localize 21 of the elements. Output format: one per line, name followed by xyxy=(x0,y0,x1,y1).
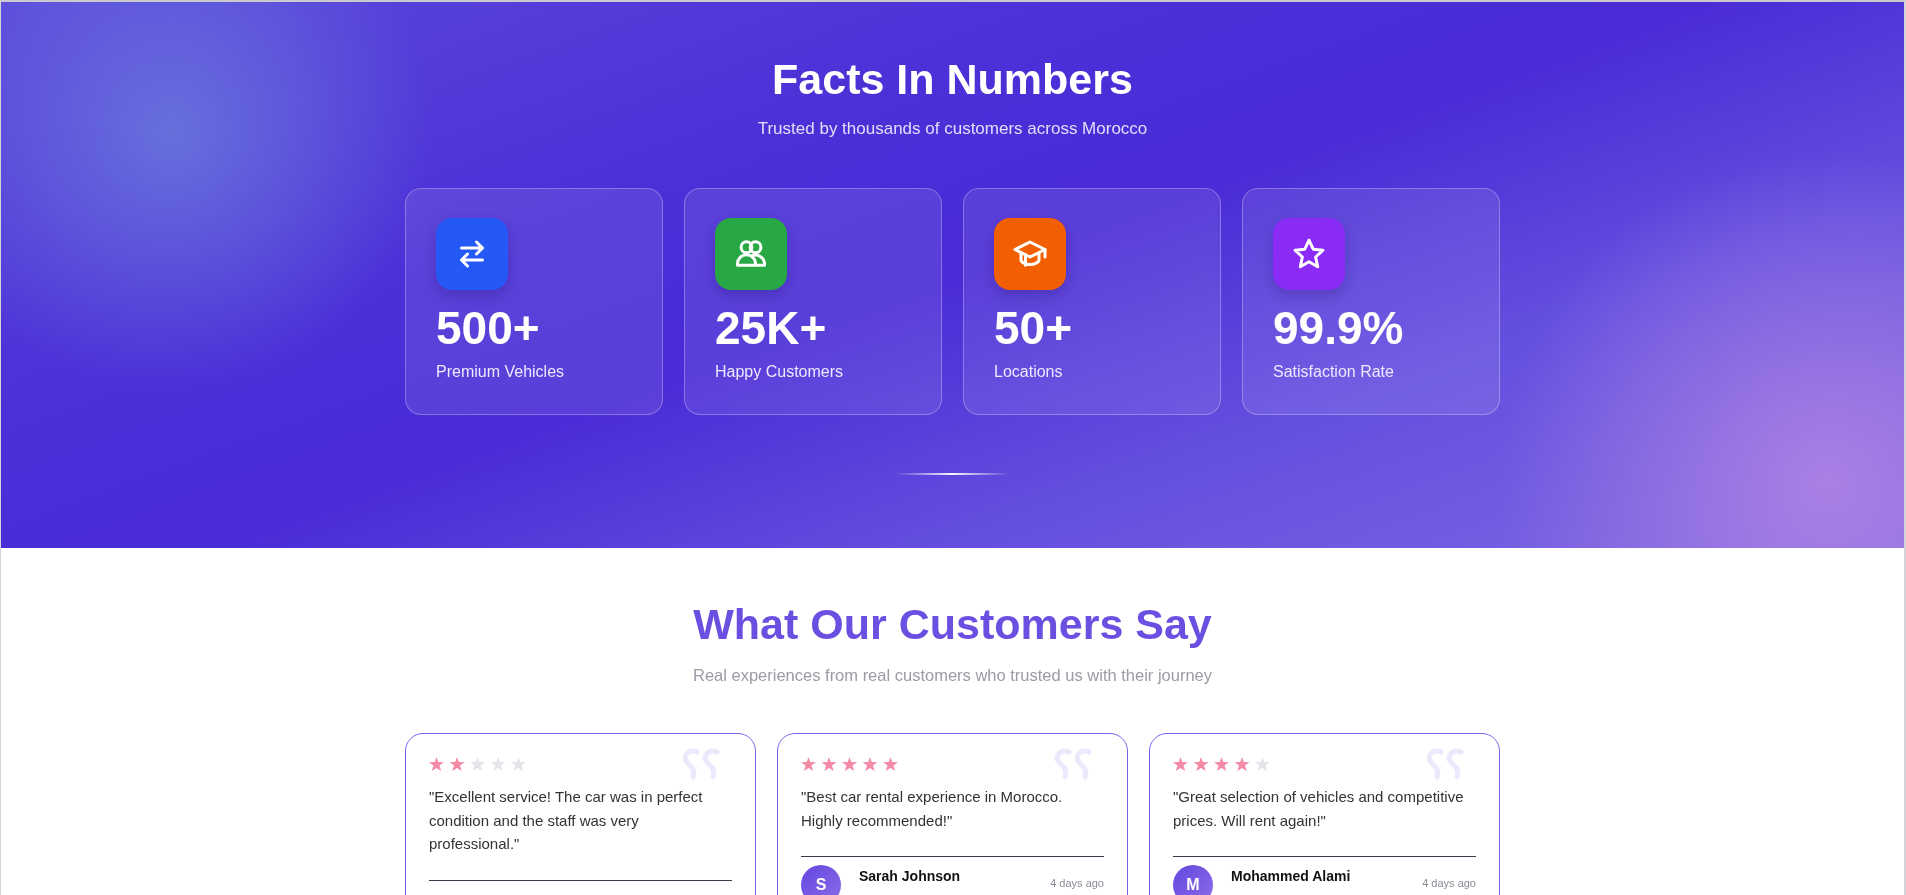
review-time: 4 days ago xyxy=(1422,877,1476,890)
stat-value: 25K+ xyxy=(715,303,828,354)
section-title: What Our Customers Say xyxy=(693,599,1212,650)
stat-label: Satisfaction Rate xyxy=(1273,362,1395,382)
user-avatar: S xyxy=(801,865,841,895)
review-quote: "Best car rental experience in Morocco. Highly recommended!" xyxy=(801,787,1064,831)
stat-value: 500+ xyxy=(436,303,541,354)
section-subtitle: Trusted by thousands of customers across Morocco xyxy=(757,118,1148,140)
stat-label: Premium Vehicles xyxy=(436,362,566,382)
reviewer-name: Sarah Johnson xyxy=(859,868,961,885)
user-avatar: M xyxy=(1173,865,1213,895)
section-title: Facts In Numbers xyxy=(772,54,1133,105)
stat-value: 50+ xyxy=(994,303,1074,354)
review-quote: "Excellent service! The car was in perfect condition and the staff was very professional." xyxy=(429,787,704,854)
stat-label: Happy Customers xyxy=(715,362,845,382)
section-subtitle: Real experiences from real customers who trusted us with their journey xyxy=(692,665,1213,686)
stat-label: Locations xyxy=(994,362,1064,382)
reviewer-name: Mohammed Alami xyxy=(1231,868,1351,885)
stat-value: 99.9% xyxy=(1273,303,1405,354)
review-quote: "Great selection of vehicles and competitive prices. Will rent again!" xyxy=(1173,787,1465,831)
review-time: 4 days ago xyxy=(1050,877,1104,890)
